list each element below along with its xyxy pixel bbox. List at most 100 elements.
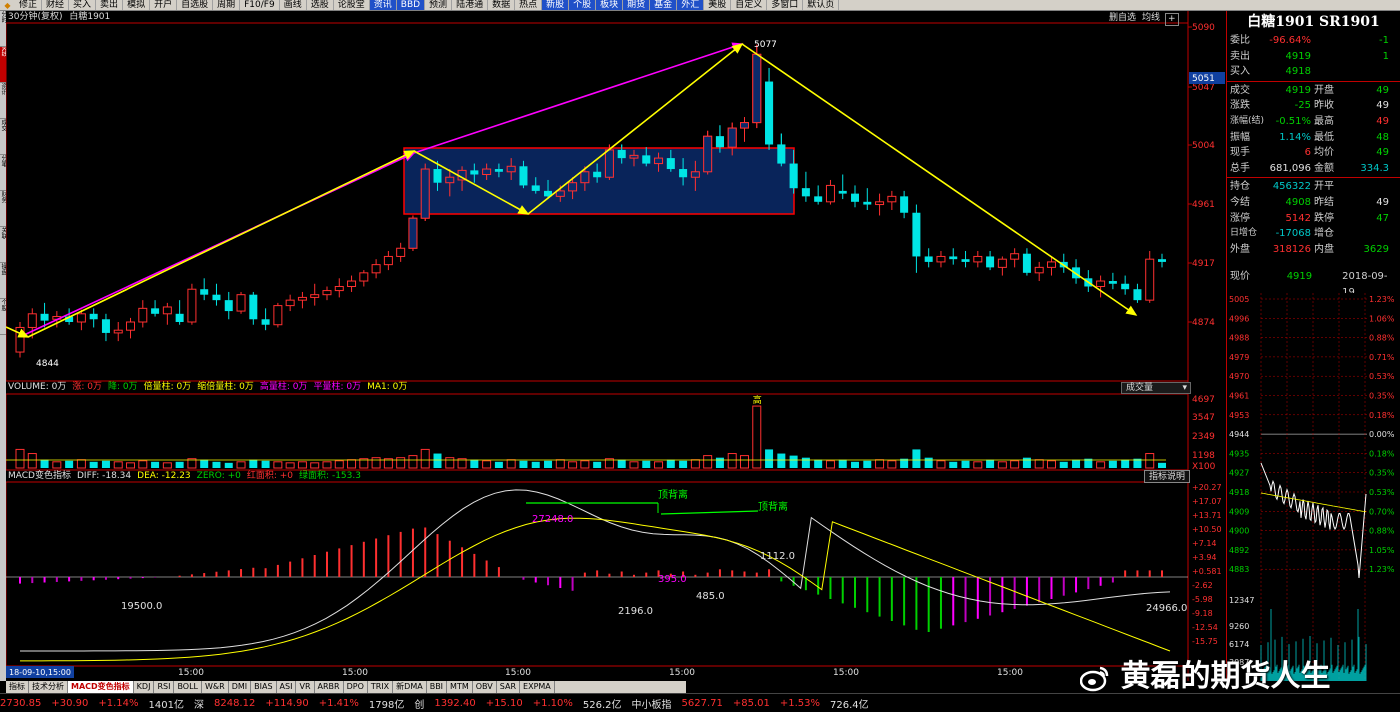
macd-axis-label: -12.54: [1192, 623, 1218, 632]
mini-pct-label: 0.71%: [1369, 353, 1395, 362]
indicator-tab[interactable]: 指标: [6, 681, 29, 693]
quote-value: -1: [1379, 35, 1389, 46]
quote-row: 现手 6 均价 49: [1227, 145, 1400, 161]
indicator-tab[interactable]: KDJ: [134, 681, 155, 693]
quote-value: [1339, 226, 1389, 242]
kline-chart-canvas[interactable]: 5090 5047 5004 4961 4917 4874 5051 5077 4844 高 469…: [6, 11, 1226, 681]
indicator-tab[interactable]: 新DMA: [393, 681, 427, 693]
indicator-tab[interactable]: DMI: [229, 681, 252, 693]
toolbar-item[interactable]: 板块: [596, 0, 624, 10]
toolbar-item[interactable]: 热点: [515, 0, 543, 10]
toolbar-item[interactable]: 模拟: [123, 0, 151, 10]
toolbar-item[interactable]: 财经: [42, 0, 70, 10]
volume-bars: [15, 405, 1166, 469]
status-item: +15.10: [485, 697, 523, 709]
toolbar-item[interactable]: 资讯: [369, 0, 397, 10]
quote-row: 日增仓 -17068 增仓: [1227, 226, 1400, 242]
toolbar-item[interactable]: 基金: [650, 0, 678, 10]
mini-price-label: 4909: [1229, 507, 1249, 516]
indicator-tab[interactable]: EXPMA: [520, 681, 555, 693]
toolbar-item[interactable]: 自定义: [731, 0, 768, 10]
volume-bar: [912, 449, 921, 468]
toolbar-item[interactable]: 修正: [15, 0, 43, 10]
toolbar-item[interactable]: 新股: [542, 0, 570, 10]
quote-row: 总手 681,096 金额 334.3: [1227, 161, 1400, 177]
toolbar-item[interactable]: 个股: [569, 0, 597, 10]
volume-bar: [887, 460, 897, 469]
toolbar-item[interactable]: 预测: [425, 0, 453, 10]
legend-item: 缩倍量柱: 0万: [197, 382, 254, 392]
volume-bar: [936, 460, 946, 469]
indicator-tab[interactable]: OBV: [473, 681, 497, 693]
quote-label: 总手: [1230, 162, 1250, 174]
indicator-tab[interactable]: VR: [296, 681, 315, 693]
toolbar-item[interactable]: 数据: [488, 0, 516, 10]
indicator-tab[interactable]: SAR: [497, 681, 521, 693]
volume-bar: [555, 459, 565, 469]
candle-body: [814, 196, 823, 202]
indicator-tab[interactable]: MACD变色指标: [68, 681, 134, 693]
quote-row: 卖出 4919 1: [1227, 49, 1400, 65]
chart-icon[interactable]: ◆: [2, 1, 13, 10]
mini-price-label: 4988: [1229, 334, 1249, 343]
legend-item: MA1: 0万: [367, 382, 408, 392]
indicator-tab[interactable]: W&R: [202, 681, 229, 693]
toolbar-item[interactable]: 画线: [280, 0, 307, 10]
volume-bar: [924, 457, 933, 468]
volume-bar: [151, 461, 160, 468]
toolbar-item[interactable]: 多窗口: [767, 0, 804, 10]
toolbar-item[interactable]: 陆港通: [452, 0, 489, 10]
volume-indicator-dropdown[interactable]: 成交量 ▾: [1121, 382, 1191, 394]
toolbar-item[interactable]: 周期: [213, 0, 241, 10]
mini-pct-label: 0.35%: [1369, 469, 1395, 478]
quote-value: 4908: [1285, 196, 1311, 208]
toolbar-item[interactable]: 默认页: [803, 0, 840, 10]
zoom-in-button[interactable]: +: [1165, 13, 1179, 26]
macd-axis-label: -2.62: [1192, 581, 1213, 590]
quote-value: 456322: [1272, 181, 1311, 193]
volume-bar: [347, 459, 357, 469]
toolbar-item[interactable]: 买入: [69, 0, 97, 10]
volume-bar: [765, 449, 774, 468]
candle-body: [973, 255, 983, 263]
indicator-tab[interactable]: TRIX: [368, 681, 394, 693]
status-item: 8248.12: [213, 697, 256, 709]
candle-body: [519, 166, 528, 186]
indicator-tab[interactable]: ASI: [277, 681, 297, 693]
macd-annotation: 24966.0: [1146, 603, 1187, 614]
toolbar-item[interactable]: 外汇: [677, 0, 705, 10]
candle-body: [236, 294, 246, 312]
indicator-tab[interactable]: BIAS: [251, 681, 277, 693]
volume-bar: [65, 460, 74, 468]
toolbar-item[interactable]: 论股堂: [334, 0, 370, 10]
toolbar-item[interactable]: BBD: [396, 0, 426, 10]
remove-watchlist-button[interactable]: 删自选: [1106, 13, 1139, 26]
quote-row: 外盘 318126 内盘 3629: [1227, 242, 1400, 258]
intraday-mini-chart[interactable]: 5005 1.23% 4996 1.06% 4988 0.88% 4979 0.71% 4970…: [1227, 293, 1400, 681]
toolbar-item[interactable]: 卖出: [96, 0, 124, 10]
indicator-help-button[interactable]: 指标说明: [1144, 470, 1190, 483]
period-label[interactable]: 30分钟(复权): [8, 12, 62, 22]
quote-title: 白糖1901 SR1901: [1247, 14, 1380, 30]
kline-chart-area[interactable]: 5090 5047 5004 4961 4917 4874 5051 5077 4844 高 469…: [6, 11, 1226, 681]
mini-price-label: 4935: [1229, 449, 1249, 458]
toolbar-item[interactable]: 选股: [307, 0, 334, 10]
volume-bar: [445, 457, 455, 469]
indicator-tab[interactable]: DPO: [344, 681, 368, 693]
indicator-tab[interactable]: MTM: [447, 681, 473, 693]
indicator-tab[interactable]: ARBR: [315, 681, 344, 693]
time-axis-label: 15:00: [833, 668, 859, 678]
quote-label: 金额: [1314, 162, 1334, 174]
toolbar-item[interactable]: 期货: [623, 0, 651, 10]
indicator-tab[interactable]: RSI: [154, 681, 175, 693]
indicator-tab[interactable]: BBI: [427, 681, 448, 693]
quote-value: 681,096: [1269, 162, 1311, 174]
toolbar-item[interactable]: 美股: [704, 0, 732, 10]
indicator-tab[interactable]: BOLL: [174, 681, 202, 693]
indicator-tab[interactable]: 技术分析: [29, 681, 68, 693]
ma-line-button[interactable]: 均线: [1139, 13, 1163, 26]
toolbar-item[interactable]: F10/F9: [240, 0, 280, 10]
current-price-axis-label: 5051: [1192, 74, 1215, 84]
toolbar-item[interactable]: 开户: [150, 0, 178, 10]
toolbar-item[interactable]: 自选股: [177, 0, 214, 10]
